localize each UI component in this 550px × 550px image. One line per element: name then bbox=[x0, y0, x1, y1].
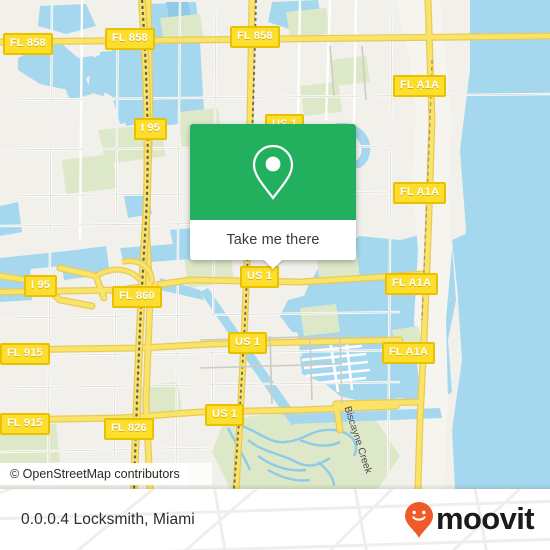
road-shield: FL 858 bbox=[105, 28, 155, 50]
road-shield: I 95 bbox=[24, 275, 58, 297]
moovit-brand[interactable]: moovit bbox=[404, 489, 535, 550]
road-shield: FL 860 bbox=[112, 286, 162, 308]
road-shield: FL A1A bbox=[385, 273, 439, 295]
road-shield: FL 826 bbox=[104, 418, 154, 440]
road-shield: I 95 bbox=[134, 118, 168, 140]
road-shield: FL A1A bbox=[382, 342, 436, 364]
page-title: 0.0.0.4 Locksmith, Miami bbox=[21, 510, 195, 528]
popup-pointer-tail bbox=[263, 259, 283, 269]
location-popup-card[interactable]: Take me there bbox=[190, 124, 356, 269]
road-shield: US 1 bbox=[205, 404, 245, 426]
road-shield: US 1 bbox=[228, 332, 268, 354]
map-pin-icon bbox=[252, 144, 294, 200]
take-me-there-button[interactable]: Take me there bbox=[190, 220, 356, 260]
road-shield: FL A1A bbox=[393, 182, 447, 204]
moovit-smiley-pin-icon bbox=[404, 501, 433, 538]
map-attribution: © OpenStreetMap contributors bbox=[0, 463, 188, 485]
road-shield: US 1 bbox=[240, 266, 280, 288]
road-shield: FL 858 bbox=[3, 33, 53, 55]
page-footer: 0.0.0.4 Locksmith, Miami moovit bbox=[0, 489, 550, 550]
moovit-map-page: FL 858 FL 858 FL 858 FL A1A I 95 US 1 FL A1A I … bbox=[0, 0, 550, 550]
road-shield: FL A1A bbox=[393, 75, 447, 97]
road-shield: FL 915 bbox=[0, 343, 50, 365]
road-shield: FL 915 bbox=[0, 413, 50, 435]
moovit-wordmark: moovit bbox=[435, 501, 535, 536]
road-shield: FL 858 bbox=[230, 26, 280, 48]
popup-icon-area bbox=[190, 124, 356, 220]
map-canvas[interactable]: FL 858 FL 858 FL 858 FL A1A I 95 US 1 FL A1A I … bbox=[0, 0, 550, 489]
map-bottom-shadow bbox=[0, 484, 550, 489]
